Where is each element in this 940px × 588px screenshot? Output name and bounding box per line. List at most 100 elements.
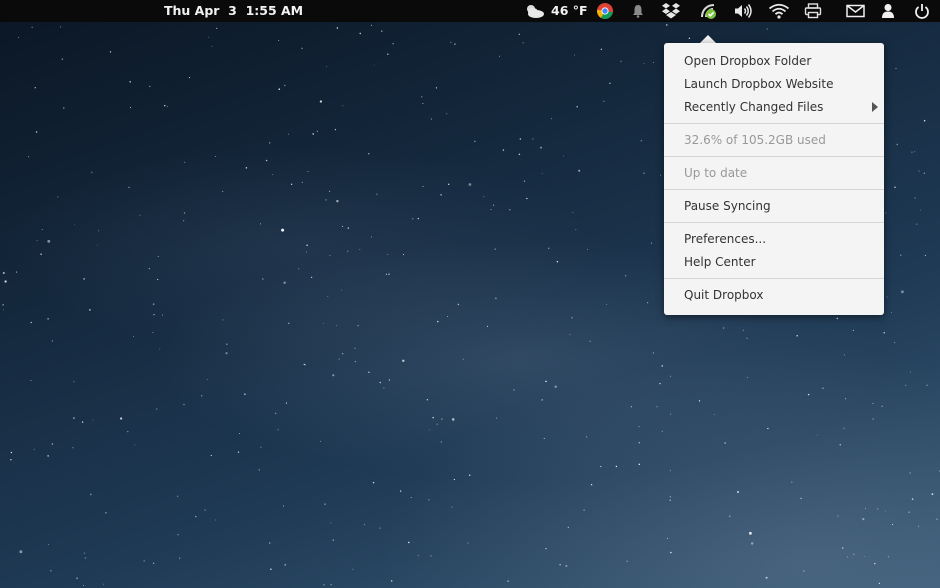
star: [518, 33, 520, 35]
star: [474, 140, 476, 143]
star: [33, 448, 35, 450]
star: [306, 244, 308, 246]
help-center-item[interactable]: Help Center: [684, 252, 874, 272]
printer-icon[interactable]: [802, 1, 824, 21]
star: [887, 556, 890, 558]
star: [347, 227, 349, 229]
chrome-icon[interactable]: [594, 1, 616, 21]
star: [139, 214, 141, 216]
menu-separator: [664, 189, 884, 190]
star: [167, 106, 169, 108]
star: [159, 348, 161, 350]
star: [128, 186, 130, 189]
star: [435, 87, 438, 89]
pause-syncing-item[interactable]: Pause Syncing: [684, 196, 874, 216]
star: [807, 393, 810, 396]
star: [669, 470, 671, 472]
star: [750, 542, 754, 545]
star: [430, 118, 432, 120]
star: [583, 509, 585, 511]
star: [323, 584, 325, 586]
star: [330, 522, 332, 524]
star: [615, 465, 618, 468]
preferences-item[interactable]: Preferences...: [684, 229, 874, 249]
star: [310, 276, 313, 279]
star: [713, 413, 715, 416]
star: [426, 399, 429, 401]
star: [454, 43, 456, 45]
quit-dropbox-item[interactable]: Quit Dropbox: [684, 285, 874, 305]
star: [554, 385, 557, 388]
star: [467, 542, 469, 544]
star: [245, 167, 248, 169]
star: [836, 317, 839, 320]
star: [183, 212, 186, 214]
dropbox-sync-icon[interactable]: [697, 1, 719, 21]
star: [47, 544, 49, 546]
star: [845, 398, 847, 400]
star: [837, 515, 839, 517]
star: [281, 228, 285, 232]
star: [327, 295, 329, 297]
star: [486, 325, 489, 327]
star: [379, 381, 382, 384]
star: [260, 446, 262, 448]
power-icon[interactable]: [911, 1, 933, 21]
star: [98, 230, 100, 232]
star: [210, 454, 212, 457]
star: [936, 518, 938, 520]
star: [923, 119, 926, 122]
notification-bell-icon[interactable]: [629, 1, 647, 21]
star: [260, 223, 261, 225]
star: [127, 431, 129, 433]
star: [109, 51, 112, 53]
dropbox-menu: Open Dropbox Folder Launch Dropbox Websi…: [664, 43, 884, 315]
user-icon[interactable]: [878, 1, 898, 21]
wifi-icon[interactable]: [767, 1, 791, 21]
star: [766, 28, 768, 30]
star: [399, 490, 402, 492]
star: [864, 556, 866, 558]
star: [2, 271, 5, 275]
star: [30, 321, 32, 324]
star: [222, 190, 224, 192]
launch-dropbox-website-item[interactable]: Launch Dropbox Website: [684, 74, 874, 94]
recently-changed-files-item[interactable]: Recently Changed Files: [684, 97, 874, 117]
star: [408, 541, 410, 544]
star: [575, 229, 577, 231]
star: [304, 364, 306, 366]
star: [551, 118, 552, 120]
star: [523, 180, 526, 182]
star: [885, 212, 887, 214]
open-dropbox-folder-item[interactable]: Open Dropbox Folder: [684, 51, 874, 71]
star: [2, 309, 4, 311]
panel-clock[interactable]: Thu Apr 3 1:55 AM: [164, 3, 303, 18]
star: [547, 247, 550, 249]
star: [301, 181, 303, 183]
star: [381, 30, 383, 32]
volume-icon[interactable]: [731, 1, 755, 21]
star: [502, 149, 505, 151]
weather-temperature[interactable]: 46 °F: [551, 3, 588, 18]
star: [28, 156, 30, 158]
star: [509, 209, 511, 211]
star: [195, 515, 197, 518]
star: [729, 515, 731, 517]
star: [31, 26, 33, 28]
star: [329, 254, 331, 257]
star: [290, 183, 293, 185]
star: [847, 556, 848, 558]
dropbox-icon[interactable]: [660, 1, 682, 21]
star: [670, 375, 672, 377]
star: [896, 143, 898, 146]
star: [590, 484, 593, 486]
star: [603, 100, 605, 102]
star: [214, 519, 216, 521]
star: [891, 523, 894, 525]
partly-cloudy-icon[interactable]: [522, 1, 546, 21]
mail-icon[interactable]: [844, 1, 866, 21]
star: [669, 495, 672, 498]
star: [877, 508, 879, 510]
star: [51, 340, 53, 342]
star: [853, 553, 855, 555]
